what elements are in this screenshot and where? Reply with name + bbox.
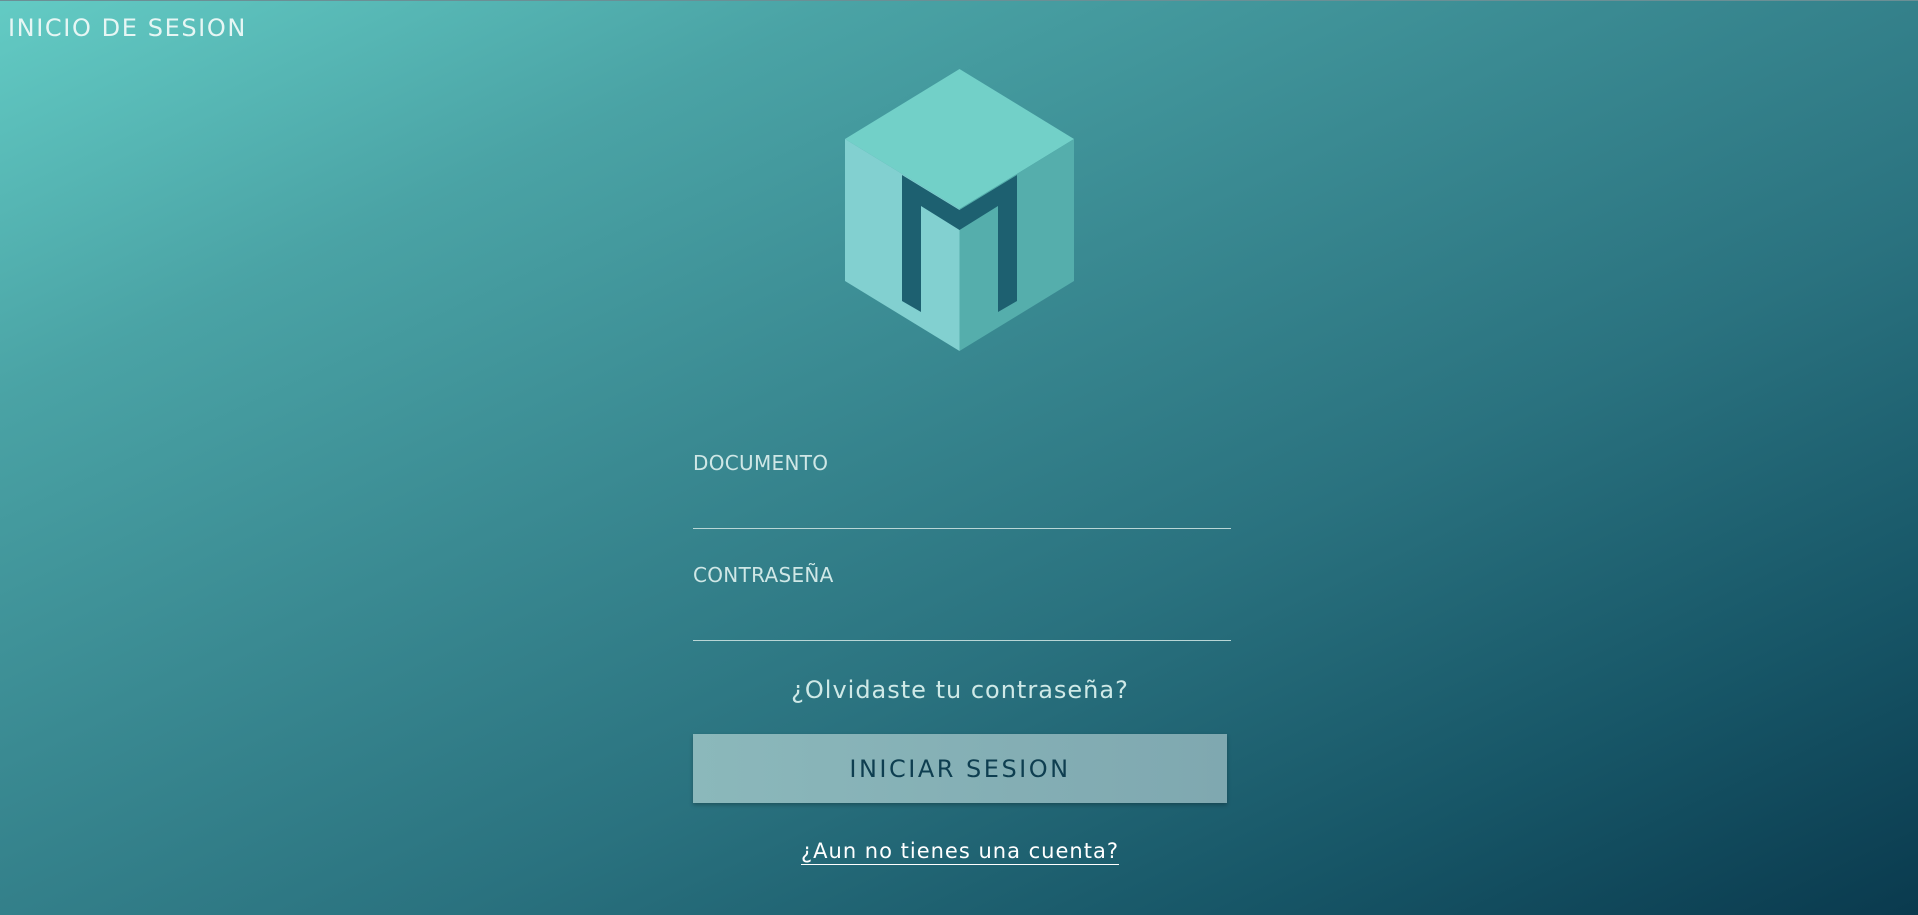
password-input[interactable] (693, 601, 1231, 641)
document-field-group: DOCUMENTO (693, 451, 1231, 533)
login-button[interactable]: INICIAR SESION (693, 734, 1227, 803)
document-label: DOCUMENTO (693, 451, 829, 475)
password-label: CONTRASEÑA (693, 563, 834, 587)
password-field-group: CONTRASEÑA (693, 563, 1231, 645)
signup-link[interactable]: ¿Aun no tienes una cuenta? (801, 839, 1119, 863)
signup-link-wrapper: ¿Aun no tienes una cuenta? (693, 839, 1227, 863)
login-form: DOCUMENTO CONTRASEÑA ¿Olvidaste tu contr… (693, 451, 1231, 863)
forgot-password-link[interactable]: ¿Olvidaste tu contraseña? (693, 676, 1227, 704)
document-input[interactable] (693, 489, 1231, 529)
cube-m-logo (845, 69, 1074, 351)
page-title: INICIO DE SESION (8, 14, 247, 42)
